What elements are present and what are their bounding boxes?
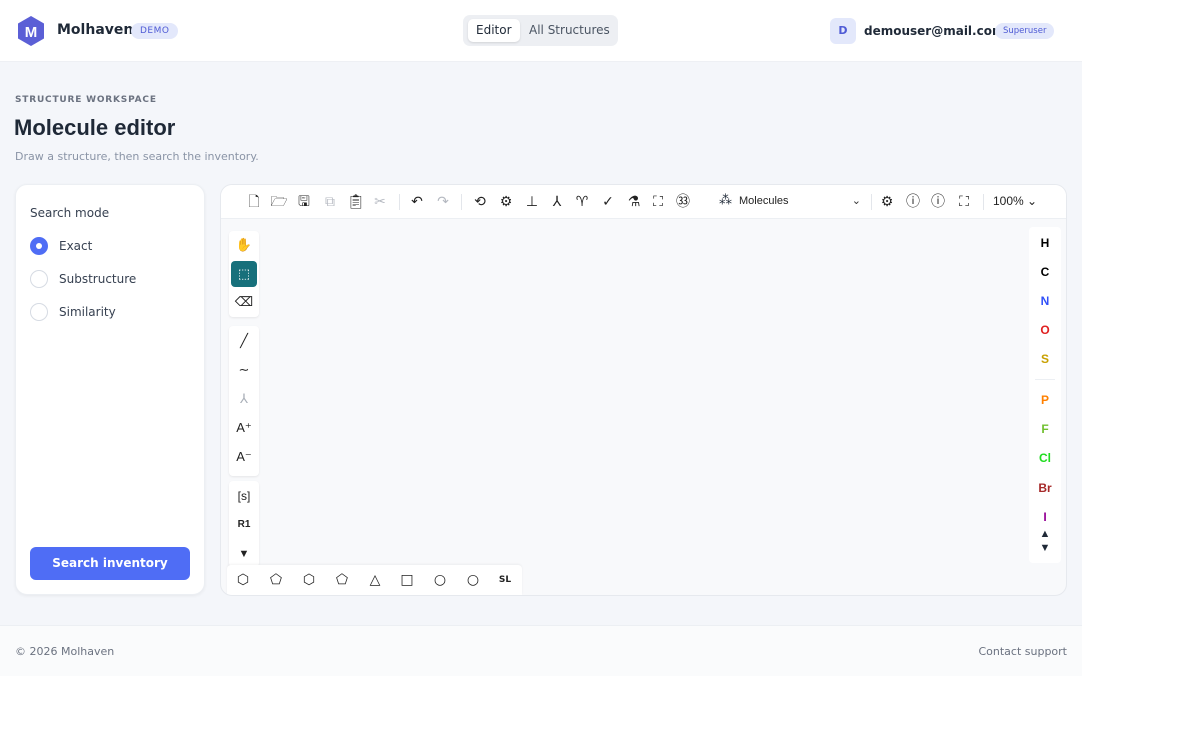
chevron-down-icon: ⌄ [1023, 194, 1038, 208]
analyze-icon[interactable]: ⚗ [625, 193, 643, 211]
sgroup-icon[interactable]: [s] [231, 483, 257, 509]
radio-label: Substructure [59, 272, 137, 286]
single-bond-icon[interactable]: ╱ [231, 328, 257, 354]
open-folder-icon[interactable]: 🗁 [270, 193, 288, 211]
cyclopentane-template-icon[interactable]: ⬠ [331, 570, 353, 590]
toolbar-divider [983, 194, 984, 210]
toolbar-divider [399, 194, 400, 210]
tab-all-structures[interactable]: All Structures [521, 19, 618, 42]
hand-tool-icon[interactable]: ✋ [231, 232, 257, 258]
contact-support-link[interactable]: Contact support [978, 645, 1067, 658]
brand-name[interactable]: Molhaven [57, 22, 133, 38]
element-c[interactable]: C [1029, 261, 1061, 283]
chain-icon[interactable]: ∼ [231, 357, 257, 383]
recognize-icon[interactable]: ⛶ [649, 193, 667, 211]
cyclooctane-template-icon[interactable]: ○ [462, 570, 484, 590]
radio-button-checked[interactable] [30, 237, 48, 255]
element-o[interactable]: O [1029, 319, 1061, 341]
molhaven-logo-icon[interactable]: M [17, 16, 45, 46]
charge-minus-icon[interactable]: A⁻ [231, 444, 257, 470]
element-s[interactable]: S [1029, 348, 1061, 370]
element-cl[interactable]: Cl [1029, 447, 1061, 469]
svg-text:M: M [25, 24, 38, 41]
radio-label: Similarity [59, 305, 116, 319]
new-file-icon[interactable]: 🗋 [245, 193, 263, 211]
toolbar-divider [871, 194, 872, 210]
3d-view-icon[interactable]: ㉝ [674, 193, 692, 211]
user-email[interactable]: demouser@mail.com [864, 24, 1004, 38]
element-h[interactable]: H [1029, 232, 1061, 254]
zoom-dropdown[interactable]: 100% ⌄ [993, 194, 1037, 208]
cyclopropane-template-icon[interactable]: △ [364, 570, 386, 590]
check-structure-icon[interactable]: ✓ [599, 193, 617, 211]
element-br[interactable]: Br [1029, 477, 1061, 499]
undo-icon[interactable]: ↶ [408, 193, 426, 211]
settings-icon[interactable]: ⚙ [878, 193, 896, 211]
periodic-table-toggle-icon[interactable]: ▲ ▼ [1029, 527, 1061, 561]
charge-plus-icon[interactable]: A⁺ [231, 415, 257, 441]
paste-icon[interactable]: 📋︎ [347, 193, 365, 211]
fullscreen-icon[interactable]: ⛶ [955, 193, 973, 211]
mode-select-value: Molecules [739, 195, 789, 207]
tab-editor[interactable]: Editor [468, 19, 520, 42]
dearomatize-icon[interactable]: ⅄ [548, 193, 566, 211]
role-badge: Superuser [995, 23, 1055, 39]
info-icon[interactable]: ⓘ [929, 193, 947, 211]
tool-group-select: ✋ ⬚ ⌫ [229, 231, 259, 317]
cut-icon[interactable]: ✂ [371, 193, 389, 211]
rgroup-icon[interactable]: R1 [231, 512, 257, 538]
molecule-editor[interactable]: 🗋 🗁 🖫 ⧉ 📋︎ ✂ ↶ ↷ ⟲ ⚙ ⊥ ⅄ ♈ ✓ ⚗ ⛶ ㉝ ⁂ Mol… [220, 184, 1067, 596]
fragment-icon[interactable]: ⅄ [231, 386, 257, 412]
eraser-icon[interactable]: ⌫ [231, 289, 257, 315]
element-f[interactable]: F [1029, 418, 1061, 440]
tool-group-draw: ╱ ∼ ⅄ A⁺ A⁻ [229, 326, 259, 476]
user-avatar[interactable]: D [830, 18, 856, 44]
save-icon[interactable]: 🖫 [295, 193, 313, 211]
section-eyebrow: STRUCTURE WORKSPACE [15, 95, 157, 105]
template-toolbar: ⬡ ⬠ ⬡ ⬠ △ □ ○ ○ SL [227, 565, 522, 595]
search-mode-title: Search mode [30, 206, 110, 220]
cyclobutane-template-icon[interactable]: □ [396, 570, 418, 590]
demo-badge: DEMO [131, 23, 179, 39]
toolbar-divider [461, 194, 462, 210]
cycloheptane-template-icon[interactable]: ○ [429, 570, 451, 590]
molecules-mode-icon: ⁂ [719, 193, 732, 208]
page-footer: © 2026 Molhaven Contact support [0, 625, 1082, 676]
cyclohexane-template-icon[interactable]: ⬡ [298, 570, 320, 590]
benzene-template-icon[interactable]: ⬡ [232, 570, 254, 590]
page-subtitle: Draw a structure, then search the invent… [15, 150, 259, 163]
element-i[interactable]: I [1029, 506, 1061, 528]
shape-tool-icon[interactable]: ▼ [231, 541, 257, 567]
structure-library-icon[interactable]: SL [494, 570, 516, 590]
element-toolbar: H C N O S P F Cl Br I ▲ ▼ [1029, 227, 1061, 563]
nav-tabs: Editor All Structures [463, 15, 618, 46]
mode-select-dropdown[interactable]: ⁂ Molecules ⌄ [719, 193, 861, 211]
chevron-down-icon: ⌄ [851, 194, 861, 207]
zoom-value: 100% [993, 194, 1024, 208]
element-n[interactable]: N [1029, 290, 1061, 312]
redo-icon[interactable]: ↷ [434, 193, 452, 211]
search-mode-panel: Search mode Exact Substructure Similarit… [15, 184, 205, 595]
aromatize-icon[interactable]: ⊥ [523, 193, 541, 211]
tool-group-groups: [s] R1 ▼ [229, 481, 259, 567]
clean-icon[interactable]: ⚙ [497, 193, 515, 211]
editor-top-toolbar: 🗋 🗁 🖫 ⧉ 📋︎ ✂ ↶ ↷ ⟲ ⚙ ⊥ ⅄ ♈ ✓ ⚗ ⛶ ㉝ ⁂ Mol… [221, 185, 1066, 219]
element-divider [1035, 379, 1055, 380]
element-p[interactable]: P [1029, 389, 1061, 411]
search-inventory-button[interactable]: Search inventory [30, 547, 190, 580]
top-header: M Molhaven DEMO Editor All Structures D … [0, 0, 1082, 62]
help-icon[interactable]: ⓘ [904, 193, 922, 211]
copy-icon[interactable]: ⧉ [321, 193, 339, 211]
app-root: M Molhaven DEMO Editor All Structures D … [0, 0, 1082, 676]
layout-icon[interactable]: ⟲ [471, 193, 489, 211]
select-tool-icon[interactable]: ⬚ [231, 261, 257, 287]
copyright-text: © 2026 Molhaven [15, 645, 115, 658]
radio-label: Exact [59, 239, 93, 253]
page-title: Molecule editor [14, 115, 176, 140]
cyclopentadiene-template-icon[interactable]: ⬠ [265, 570, 287, 590]
radio-button[interactable] [30, 270, 48, 288]
stereo-icon[interactable]: ♈ [573, 193, 591, 211]
radio-button[interactable] [30, 303, 48, 321]
